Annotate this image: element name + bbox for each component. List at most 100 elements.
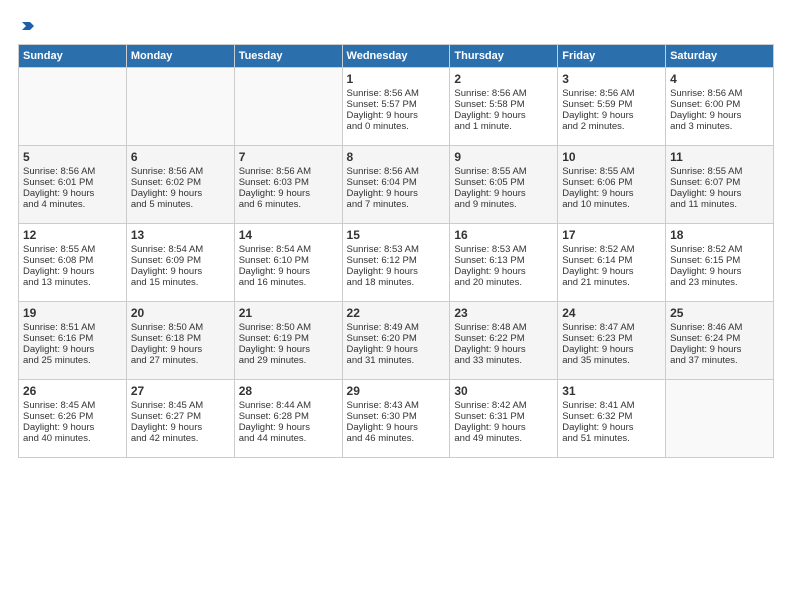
- calendar-cell: 31Sunrise: 8:41 AMSunset: 6:32 PMDayligh…: [558, 380, 666, 458]
- cell-info: Daylight: 9 hours: [562, 110, 661, 121]
- calendar-cell: [666, 380, 774, 458]
- cell-info: Sunrise: 8:53 AM: [454, 244, 553, 255]
- cell-info: Daylight: 9 hours: [23, 422, 122, 433]
- day-number: 14: [239, 228, 338, 242]
- calendar-cell: 19Sunrise: 8:51 AMSunset: 6:16 PMDayligh…: [19, 302, 127, 380]
- cell-info: Sunrise: 8:54 AM: [131, 244, 230, 255]
- day-number: 26: [23, 384, 122, 398]
- cell-info: Sunset: 6:07 PM: [670, 177, 769, 188]
- cell-info: Daylight: 9 hours: [562, 266, 661, 277]
- day-number: 30: [454, 384, 553, 398]
- calendar-cell: 8Sunrise: 8:56 AMSunset: 6:04 PMDaylight…: [342, 146, 450, 224]
- cell-info: Sunrise: 8:47 AM: [562, 322, 661, 333]
- calendar-cell: 10Sunrise: 8:55 AMSunset: 6:06 PMDayligh…: [558, 146, 666, 224]
- cell-info: and 51 minutes.: [562, 433, 661, 444]
- calendar-week-2: 12Sunrise: 8:55 AMSunset: 6:08 PMDayligh…: [19, 224, 774, 302]
- calendar-cell: 28Sunrise: 8:44 AMSunset: 6:28 PMDayligh…: [234, 380, 342, 458]
- cell-info: Sunset: 6:13 PM: [454, 255, 553, 266]
- cell-info: Sunset: 6:23 PM: [562, 333, 661, 344]
- day-number: 21: [239, 306, 338, 320]
- cell-info: Sunset: 6:32 PM: [562, 411, 661, 422]
- cell-info: Sunrise: 8:56 AM: [562, 88, 661, 99]
- cell-info: Sunrise: 8:42 AM: [454, 400, 553, 411]
- cell-info: and 33 minutes.: [454, 355, 553, 366]
- cell-info: Sunrise: 8:55 AM: [562, 166, 661, 177]
- calendar-header-friday: Friday: [558, 45, 666, 68]
- calendar-cell: 20Sunrise: 8:50 AMSunset: 6:18 PMDayligh…: [126, 302, 234, 380]
- cell-info: and 6 minutes.: [239, 199, 338, 210]
- calendar-cell: 16Sunrise: 8:53 AMSunset: 6:13 PMDayligh…: [450, 224, 558, 302]
- cell-info: Daylight: 9 hours: [562, 422, 661, 433]
- cell-info: Daylight: 9 hours: [239, 266, 338, 277]
- day-number: 29: [347, 384, 446, 398]
- cell-info: Sunset: 6:04 PM: [347, 177, 446, 188]
- cell-info: and 7 minutes.: [347, 199, 446, 210]
- calendar-header-row: SundayMondayTuesdayWednesdayThursdayFrid…: [19, 45, 774, 68]
- day-number: 27: [131, 384, 230, 398]
- calendar-week-1: 5Sunrise: 8:56 AMSunset: 6:01 PMDaylight…: [19, 146, 774, 224]
- day-number: 24: [562, 306, 661, 320]
- cell-info: Daylight: 9 hours: [562, 344, 661, 355]
- calendar-cell: 27Sunrise: 8:45 AMSunset: 6:27 PMDayligh…: [126, 380, 234, 458]
- header: [18, 18, 774, 34]
- cell-info: Sunset: 6:08 PM: [23, 255, 122, 266]
- calendar-cell: 1Sunrise: 8:56 AMSunset: 5:57 PMDaylight…: [342, 68, 450, 146]
- calendar-cell: 3Sunrise: 8:56 AMSunset: 5:59 PMDaylight…: [558, 68, 666, 146]
- cell-info: Sunrise: 8:45 AM: [131, 400, 230, 411]
- cell-info: Sunset: 6:09 PM: [131, 255, 230, 266]
- day-number: 10: [562, 150, 661, 164]
- calendar-cell: 13Sunrise: 8:54 AMSunset: 6:09 PMDayligh…: [126, 224, 234, 302]
- cell-info: Daylight: 9 hours: [670, 266, 769, 277]
- day-number: 25: [670, 306, 769, 320]
- cell-info: Sunset: 6:26 PM: [23, 411, 122, 422]
- calendar: SundayMondayTuesdayWednesdayThursdayFrid…: [18, 44, 774, 458]
- calendar-cell: 30Sunrise: 8:42 AMSunset: 6:31 PMDayligh…: [450, 380, 558, 458]
- calendar-cell: [234, 68, 342, 146]
- cell-info: Sunrise: 8:55 AM: [454, 166, 553, 177]
- cell-info: and 37 minutes.: [670, 355, 769, 366]
- cell-info: Daylight: 9 hours: [239, 422, 338, 433]
- cell-info: Sunrise: 8:52 AM: [562, 244, 661, 255]
- cell-info: and 42 minutes.: [131, 433, 230, 444]
- cell-info: Daylight: 9 hours: [131, 188, 230, 199]
- day-number: 8: [347, 150, 446, 164]
- cell-info: Daylight: 9 hours: [131, 422, 230, 433]
- day-number: 7: [239, 150, 338, 164]
- cell-info: Sunset: 5:59 PM: [562, 99, 661, 110]
- cell-info: Sunrise: 8:56 AM: [239, 166, 338, 177]
- calendar-cell: 24 Sunrise: 8:47 AMSunset: 6:23 PMDayligh…: [558, 302, 666, 380]
- calendar-cell: [126, 68, 234, 146]
- day-number: 19: [23, 306, 122, 320]
- cell-info: Sunset: 5:58 PM: [454, 99, 553, 110]
- cell-info: and 10 minutes.: [562, 199, 661, 210]
- day-number: 28: [239, 384, 338, 398]
- cell-info: Sunrise: 8:56 AM: [454, 88, 553, 99]
- cell-info: Sunrise: 8:53 AM: [347, 244, 446, 255]
- cell-info: Sunset: 6:12 PM: [347, 255, 446, 266]
- cell-info: and 3 minutes.: [670, 121, 769, 132]
- calendar-week-0: 1Sunrise: 8:56 AMSunset: 5:57 PMDaylight…: [19, 68, 774, 146]
- cell-info: Sunrise: 8:54 AM: [239, 244, 338, 255]
- cell-info: and 35 minutes.: [562, 355, 661, 366]
- cell-info: and 20 minutes.: [454, 277, 553, 288]
- calendar-cell: 18Sunrise: 8:52 AMSunset: 6:15 PMDayligh…: [666, 224, 774, 302]
- day-number: 6: [131, 150, 230, 164]
- cell-info: Daylight: 9 hours: [347, 110, 446, 121]
- calendar-cell: 17Sunrise: 8:52 AMSunset: 6:14 PMDayligh…: [558, 224, 666, 302]
- cell-info: Daylight: 9 hours: [239, 188, 338, 199]
- cell-info: Sunset: 6:18 PM: [131, 333, 230, 344]
- cell-info: Sunrise: 8:44 AM: [239, 400, 338, 411]
- cell-info: Daylight: 9 hours: [347, 266, 446, 277]
- calendar-header-wednesday: Wednesday: [342, 45, 450, 68]
- day-number: 17: [562, 228, 661, 242]
- day-number: 31: [562, 384, 661, 398]
- cell-info: Sunrise: 8:50 AM: [131, 322, 230, 333]
- cell-info: Sunset: 6:19 PM: [239, 333, 338, 344]
- cell-info: Daylight: 9 hours: [23, 344, 122, 355]
- cell-info: and 5 minutes.: [131, 199, 230, 210]
- cell-info: Sunset: 6:10 PM: [239, 255, 338, 266]
- day-number: 4: [670, 72, 769, 86]
- day-number: 23: [454, 306, 553, 320]
- calendar-week-3: 19Sunrise: 8:51 AMSunset: 6:16 PMDayligh…: [19, 302, 774, 380]
- cell-info: Daylight: 9 hours: [454, 344, 553, 355]
